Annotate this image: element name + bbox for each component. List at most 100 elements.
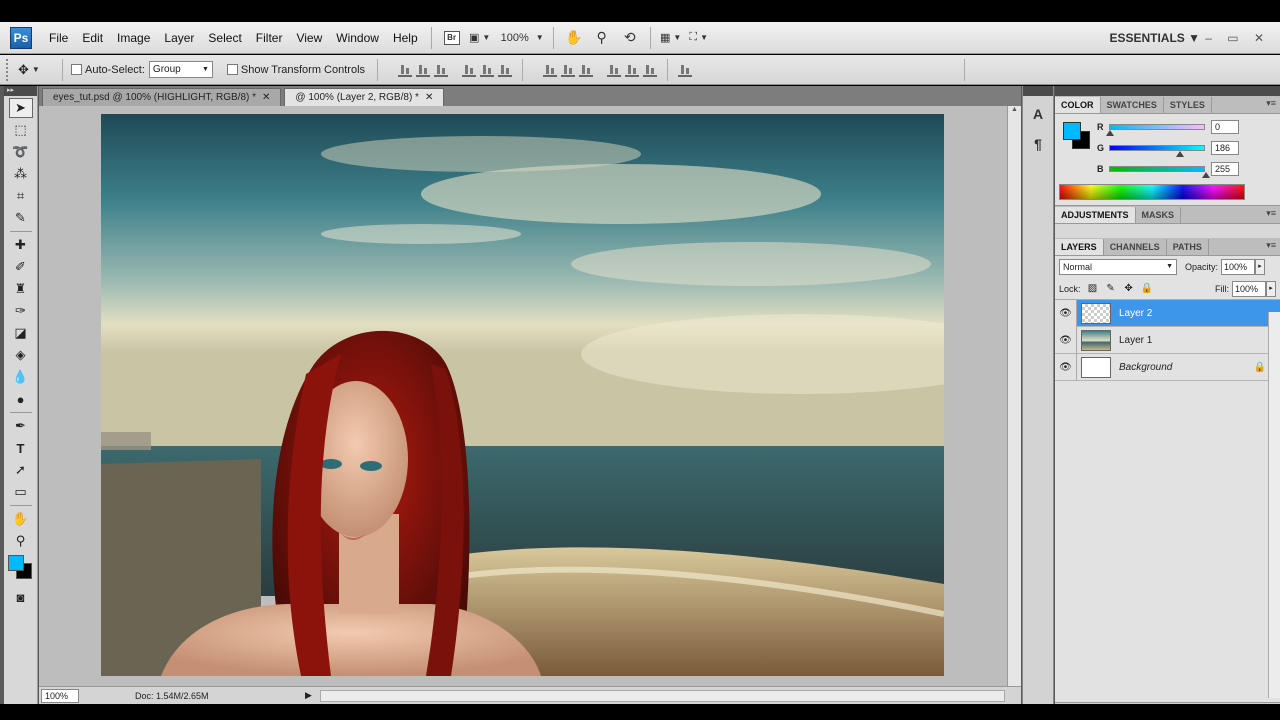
marquee-tool[interactable]: ⬚ [9,120,33,140]
menu-filter[interactable]: Filter [249,22,290,54]
green-slider[interactable] [1109,145,1205,157]
tool-preset-picker[interactable]: ✥ ▼ [18,59,54,81]
zoom-level-select[interactable]: 100% ▼ [497,27,544,49]
eye-icon[interactable]: 👁 [1055,299,1077,327]
type-tool[interactable]: T [9,438,33,458]
dock-header[interactable] [1055,86,1280,96]
clone-stamp-tool[interactable]: ♜ [9,279,33,299]
distribute-hcenter-icon[interactable] [625,63,640,77]
tab-eyes-tut[interactable]: eyes_tut.psd @ 100% (HIGHLIGHT, RGB/8) *… [42,88,282,106]
brush-tool[interactable]: ✐ [9,257,33,277]
menu-layer[interactable]: Layer [157,22,201,54]
align-bottom-icon[interactable] [434,63,449,77]
options-grip[interactable] [6,58,10,81]
rotate-view-button[interactable]: ⟲ [619,27,641,49]
red-slider[interactable] [1106,124,1205,136]
menu-select[interactable]: Select [201,22,248,54]
tab-masks[interactable]: MASKS [1136,207,1182,223]
tab-styles[interactable]: STYLES [1164,97,1212,113]
hand-tool[interactable]: ✋ [9,509,33,529]
distribute-left-icon[interactable] [607,63,622,77]
dodge-tool[interactable]: ● [9,389,33,409]
menu-edit[interactable]: Edit [75,22,110,54]
green-value-field[interactable]: 186 [1211,141,1239,155]
zoom-field[interactable]: 100% [41,688,79,703]
hand-tool-button[interactable]: ✋ [563,27,585,49]
slider-thumb-icon[interactable] [1202,172,1210,178]
lasso-tool[interactable]: ➰ [9,142,33,162]
layer-row-layer-2[interactable]: 👁 Layer 2 [1055,299,1280,327]
align-top-icon[interactable] [398,63,413,77]
align-vcenter-icon[interactable] [416,63,431,77]
align-right-icon[interactable] [498,63,513,77]
window-controls[interactable]: – ▭ ✕ [1205,22,1270,54]
eye-icon[interactable]: 👁 [1055,326,1077,354]
layers-scrollbar[interactable] [1268,312,1280,698]
history-brush-tool[interactable]: ✑ [9,301,33,321]
vertical-scrollbar[interactable]: ▲ [1007,106,1021,686]
paint-bucket-tool[interactable]: ◈ [9,345,33,365]
auto-align-icon[interactable] [678,63,693,77]
align-hcenter-icon[interactable] [480,63,495,77]
canvas-area[interactable] [39,106,1007,686]
toolbox-header[interactable]: ▸▸ [4,86,37,96]
layer-row-layer-1[interactable]: 👁 Layer 1 [1055,326,1280,354]
panel-menu-icon[interactable]: ▾≡ [1266,98,1276,109]
close-icon[interactable]: ✕ [262,92,270,103]
arrange-documents-button[interactable]: ▦ ▼ [660,27,682,49]
fill-field[interactable]: 100% [1232,280,1266,297]
quick-mask-button[interactable]: ◙ [9,587,33,607]
panel-menu-icon[interactable]: ▾≡ [1266,208,1276,219]
eye-icon[interactable]: 👁 [1055,353,1077,381]
workspace-switcher[interactable]: ESSENTIALS ▼ [1109,22,1200,54]
lock-position-icon[interactable]: ✥ [1123,283,1135,295]
menu-file[interactable]: File [42,22,75,54]
distribute-top-icon[interactable] [543,63,558,77]
blue-value-field[interactable]: 255 [1211,162,1239,176]
menu-window[interactable]: Window [329,22,386,54]
strip-header[interactable] [1023,86,1053,96]
path-select-tool[interactable]: ➚ [9,460,33,480]
eraser-tool[interactable]: ◪ [9,323,33,343]
tab-color[interactable]: COLOR [1055,97,1101,113]
lock-all-icon[interactable]: 🔒 [1141,283,1153,295]
color-swatches[interactable] [7,555,34,581]
bridge-button[interactable]: Br [441,27,463,49]
distribute-vcenter-icon[interactable] [561,63,576,77]
zoom-tool-button[interactable]: ⚲ [591,27,613,49]
tab-layers[interactable]: LAYERS [1055,239,1104,255]
move-tool[interactable]: ➤ [8,98,33,118]
opacity-slider-arrow-icon[interactable]: ▸ [1255,259,1266,275]
red-value-field[interactable]: 0 [1211,120,1239,134]
tab-channels[interactable]: CHANNELS [1104,239,1167,255]
horizontal-scrollbar[interactable] [319,689,1005,702]
menu-image[interactable]: Image [110,22,157,54]
slider-thumb-icon[interactable] [1176,151,1184,157]
lock-transparency-icon[interactable]: ▨ [1087,283,1099,295]
status-menu-arrow-icon[interactable]: ▶ [305,690,312,701]
blue-slider[interactable] [1109,166,1210,178]
tab-paths[interactable]: PATHS [1167,239,1209,255]
character-panel-icon[interactable]: A [1027,102,1049,126]
close-icon[interactable]: ✕ [425,92,433,103]
menu-help[interactable]: Help [386,22,425,54]
layer-row-background[interactable]: 👁 Background 🔒 [1055,353,1280,381]
screen-mode-button[interactable]: ⛶ ▼ [688,27,710,49]
opacity-field[interactable]: 100% [1221,259,1256,275]
tab-swatches[interactable]: SWATCHES [1101,97,1164,113]
zoom-tool[interactable]: ⚲ [9,531,33,551]
healing-brush-tool[interactable]: ✚ [9,235,33,255]
document-canvas[interactable] [101,114,944,676]
pen-tool[interactable]: ✒ [9,416,33,436]
menu-view[interactable]: View [289,22,329,54]
fill-slider-arrow-icon[interactable]: ▸ [1266,280,1276,297]
eyedropper-tool[interactable]: ✎ [9,208,33,228]
auto-select-checkbox[interactable] [71,64,82,75]
auto-select-dropdown[interactable]: Group [148,61,213,78]
paragraph-panel-icon[interactable]: ¶ [1027,132,1049,156]
color-spectrum-ramp[interactable] [1059,184,1245,200]
lock-pixels-icon[interactable]: ✎ [1105,283,1117,295]
crop-tool[interactable]: ⌗ [9,186,33,206]
tab-adjustments[interactable]: ADJUSTMENTS [1055,207,1136,223]
slider-thumb-icon[interactable] [1106,130,1114,136]
